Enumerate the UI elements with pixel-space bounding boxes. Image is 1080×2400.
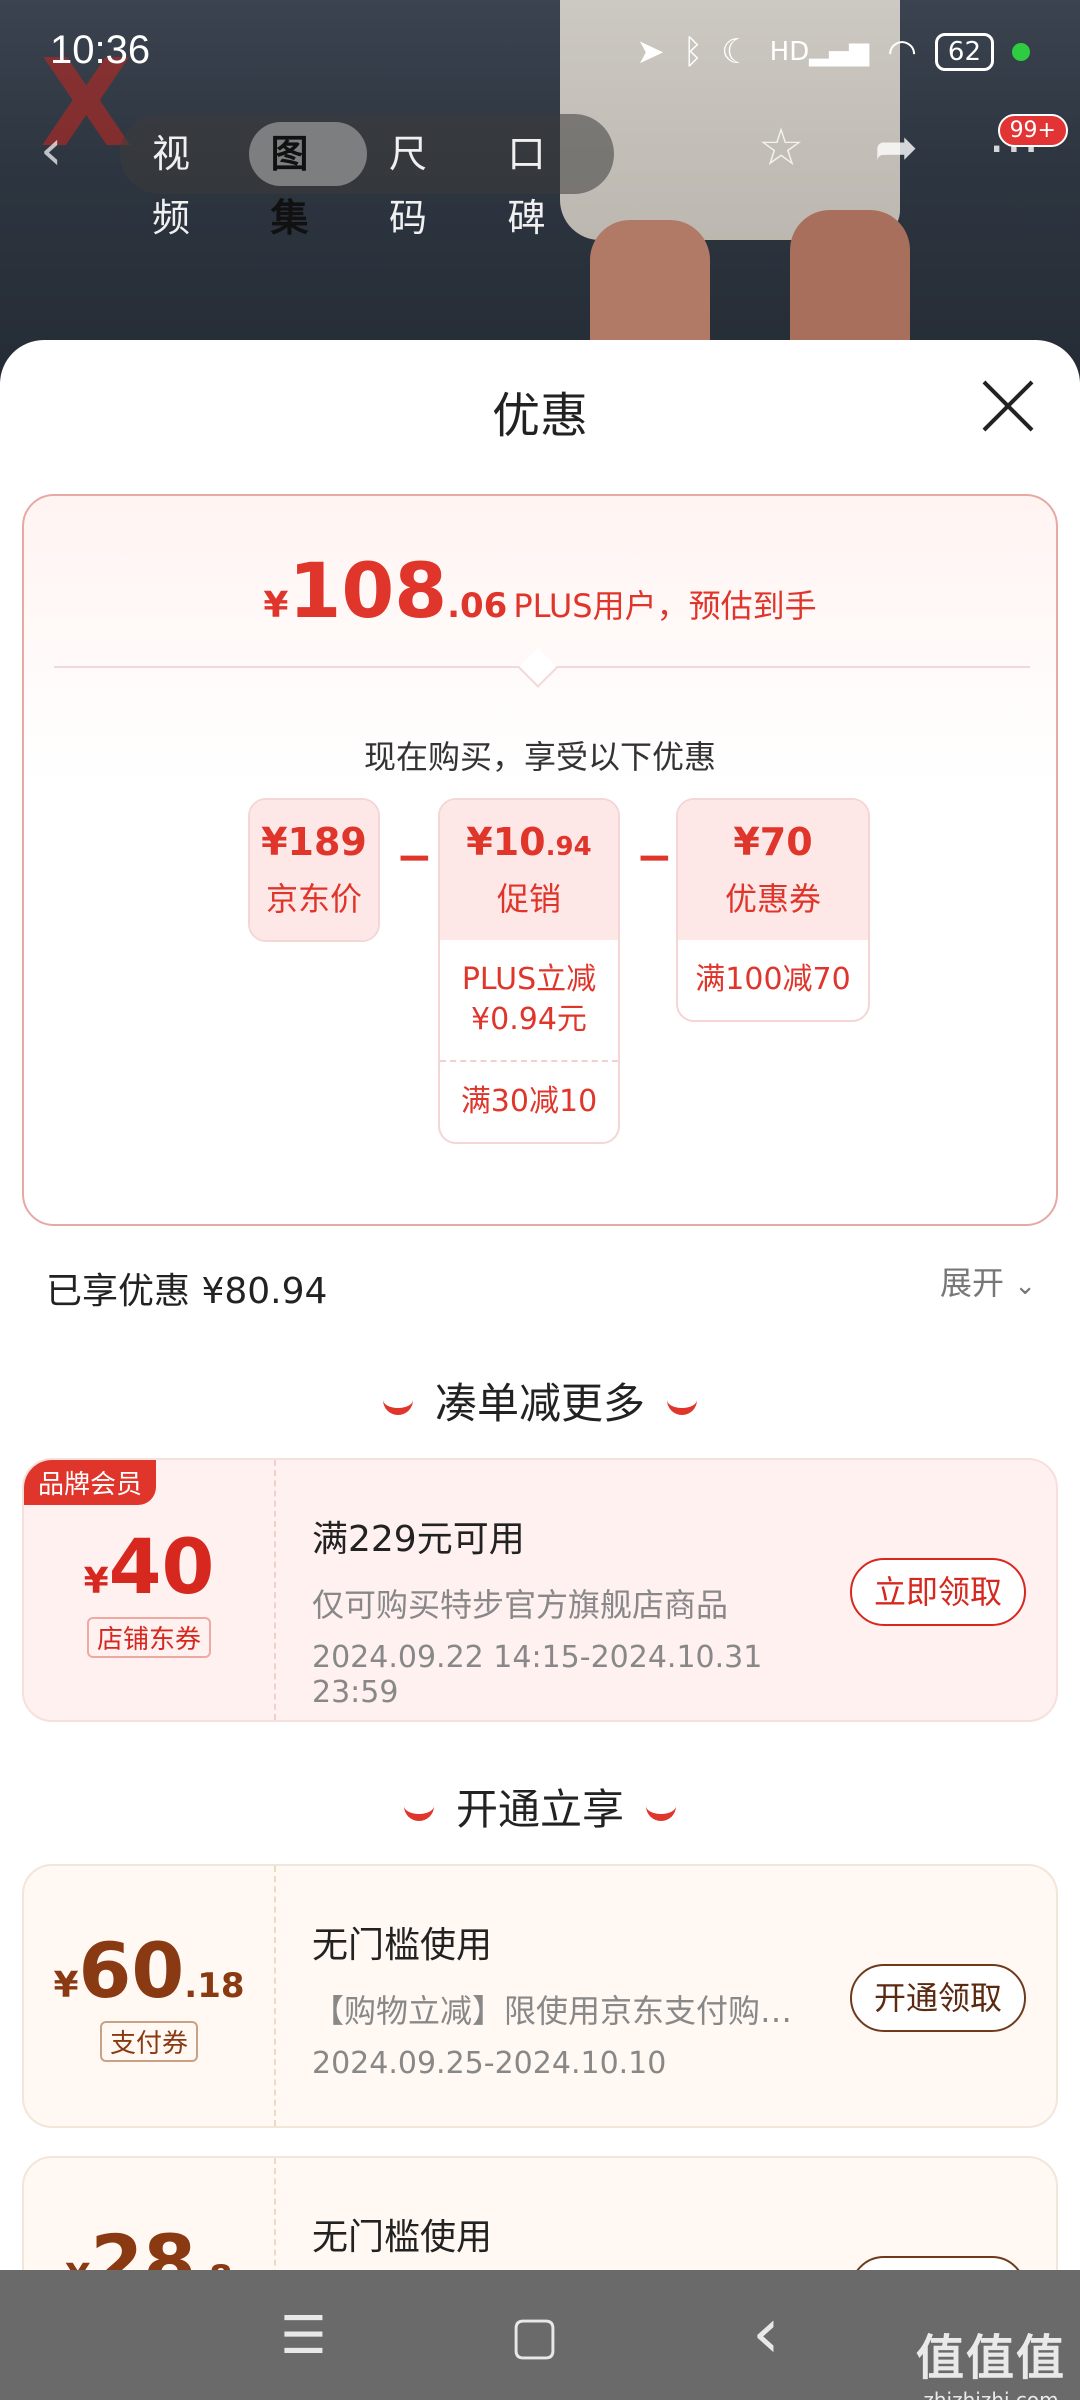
open-claim-button[interactable]: 开通领取 (849, 1964, 1026, 2032)
price-integer: 108 (288, 546, 448, 635)
tab-reviews[interactable]: 口碑 (486, 122, 605, 240)
coupon-value-area: ¥60.18 支付券 (24, 1866, 276, 2126)
smile-icon (667, 1399, 697, 1415)
tab-video[interactable]: 视频 (130, 122, 249, 240)
coupon-title: 无门槛使用 (312, 1925, 493, 1966)
calc-label: 京东价 (265, 880, 362, 918)
coupon-card: 品牌会员 ¥40 店铺东券 满229元可用 仅可购买特步官方旗舰店商品 2024… (22, 1458, 1058, 1722)
coupon-amount: ¥40 (83, 1522, 215, 1611)
status-time: 10:36 (50, 28, 151, 72)
calc-value: ¥70 (733, 820, 813, 864)
coupon-title: 无门槛使用 (312, 2217, 493, 2258)
calc-label: 促销 (496, 880, 561, 918)
tab-gallery[interactable]: 图集 (248, 122, 367, 240)
coupon-value-area: ¥28.8 (24, 2158, 276, 2270)
smile-icon (382, 1399, 413, 1415)
calc-value: ¥10.94 (466, 820, 592, 864)
moon-icon: ☾ (721, 32, 752, 72)
expand-button[interactable]: 展开 ⌄ (940, 1258, 1036, 1304)
privacy-dot (1012, 43, 1030, 61)
status-bar: 10:36 ➤ ᛒ ☾ HD▂▄▆ ◠ 62 (0, 0, 1080, 110)
coupon-date: 2024.09.22 14:15-2024.10.31 23:59 (312, 1640, 763, 1710)
coupon-info: 无门槛使用 (312, 2208, 832, 2260)
coupon-type: 支付券 (99, 2021, 198, 2062)
coupon-info: 满229元可用 仅可购买特步官方旗舰店商品 2024.09.22 14:15-2… (312, 1510, 832, 1710)
battery-icon: 62 (934, 33, 994, 71)
now-buy-text: 现在购买，享受以下优惠 (363, 738, 716, 776)
close-icon[interactable] (978, 376, 1038, 436)
status-icons: ➤ ᛒ ☾ HD▂▄▆ ◠ 62 (636, 32, 1030, 72)
section-title-open: 开通立享 (0, 1776, 1080, 1837)
section-title-more: 凑单减更多 (0, 1370, 1080, 1431)
calc-box-jd-price: ¥189 京东价 (248, 798, 380, 942)
coupon-title: 满229元可用 (312, 1519, 525, 1560)
wifi-icon: ◠ (887, 32, 917, 72)
coupon-desc: 【购物立减】限使用京东支付购… (312, 1992, 793, 2030)
media-tabs: 视频 图集 尺码 口碑 (120, 114, 614, 240)
calc-box-coupon: ¥70 优惠券 满100减70 (676, 798, 870, 1022)
location-icon: ➤ (636, 32, 665, 72)
plus-reduction: PLUS立减 ¥0.94元 (461, 962, 597, 1037)
coupon-desc: 仅可购买特步官方旗舰店商品 (312, 1586, 729, 1624)
menu-icon[interactable]: ☰ (280, 2306, 327, 2366)
claim-button[interactable]: 立即领取 (849, 1558, 1026, 1626)
watermark: 值值值 zhizhizhi.com (915, 2330, 1066, 2400)
chevron-down-icon: ⌄ (1014, 1271, 1036, 1301)
sheet-title: 优惠 (491, 388, 588, 444)
coupon-card: ¥28.8 无门槛使用 (22, 2156, 1058, 2270)
coupon-condition: 满100减70 (695, 962, 851, 997)
back-icon[interactable]: ‹ (40, 118, 62, 183)
coupon-info: 无门槛使用 【购物立减】限使用京东支付购… 2024.09.25-2024.10… (312, 1916, 832, 2081)
calc-box-promotion: ¥10.94 促销 PLUS立减 ¥0.94元 满30减10 (438, 798, 620, 1144)
open-claim-button[interactable] (850, 2256, 1026, 2270)
price-note: PLUS用户，预估到手 (513, 587, 817, 625)
saved-amount: 已享优惠 ¥80.94 (46, 1271, 328, 1312)
calc-label: 优惠券 (724, 880, 821, 918)
share-icon[interactable]: ➦ (874, 118, 918, 178)
price-decimal: .06 (447, 586, 508, 626)
brand-member-tag: 品牌会员 (24, 1460, 157, 1505)
coupon-card: ¥60.18 支付券 无门槛使用 【购物立减】限使用京东支付购… 2024.09… (22, 1864, 1058, 2128)
bluetooth-icon: ᛒ (682, 32, 704, 72)
minus-sign: − (396, 832, 433, 883)
discount-sheet: 优惠 ¥108.06 PLUS用户，预估到手 现在购买，享受以下优惠 ¥189 京… (0, 340, 1080, 2270)
price-summary-card: ¥108.06 PLUS用户，预估到手 现在购买，享受以下优惠 ¥189 京东价 … (22, 494, 1058, 1226)
signal-icon: HD▂▄▆ (769, 37, 870, 67)
message-badge: 99+ (997, 114, 1068, 147)
coupon-amount: ¥60.18 (53, 1926, 245, 2015)
minus-sign: − (636, 832, 673, 883)
coupon-value-area: 品牌会员 ¥40 店铺东券 (24, 1460, 276, 1720)
smile-icon (646, 1805, 676, 1821)
full-reduction: 满30减10 (440, 1060, 618, 1142)
estimated-price: ¥108.06 PLUS用户，预估到手 (263, 546, 817, 635)
coupon-amount: ¥28.8 (65, 2218, 232, 2270)
tab-size[interactable]: 尺码 (367, 122, 486, 240)
top-navigation: ‹ 视频 图集 尺码 口碑 ☆ ➦ ⋯ 99+ (0, 110, 1080, 240)
star-icon[interactable]: ☆ (758, 118, 805, 178)
coupon-type: 店铺东券 (86, 1617, 211, 1658)
home-icon[interactable]: ▢ (510, 2306, 559, 2366)
coupon-date: 2024.09.25-2024.10.10 (312, 2046, 667, 2081)
calc-value: ¥189 (261, 820, 367, 864)
back-nav-icon[interactable]: ‹ (752, 2292, 780, 2374)
smile-icon (403, 1805, 434, 1821)
